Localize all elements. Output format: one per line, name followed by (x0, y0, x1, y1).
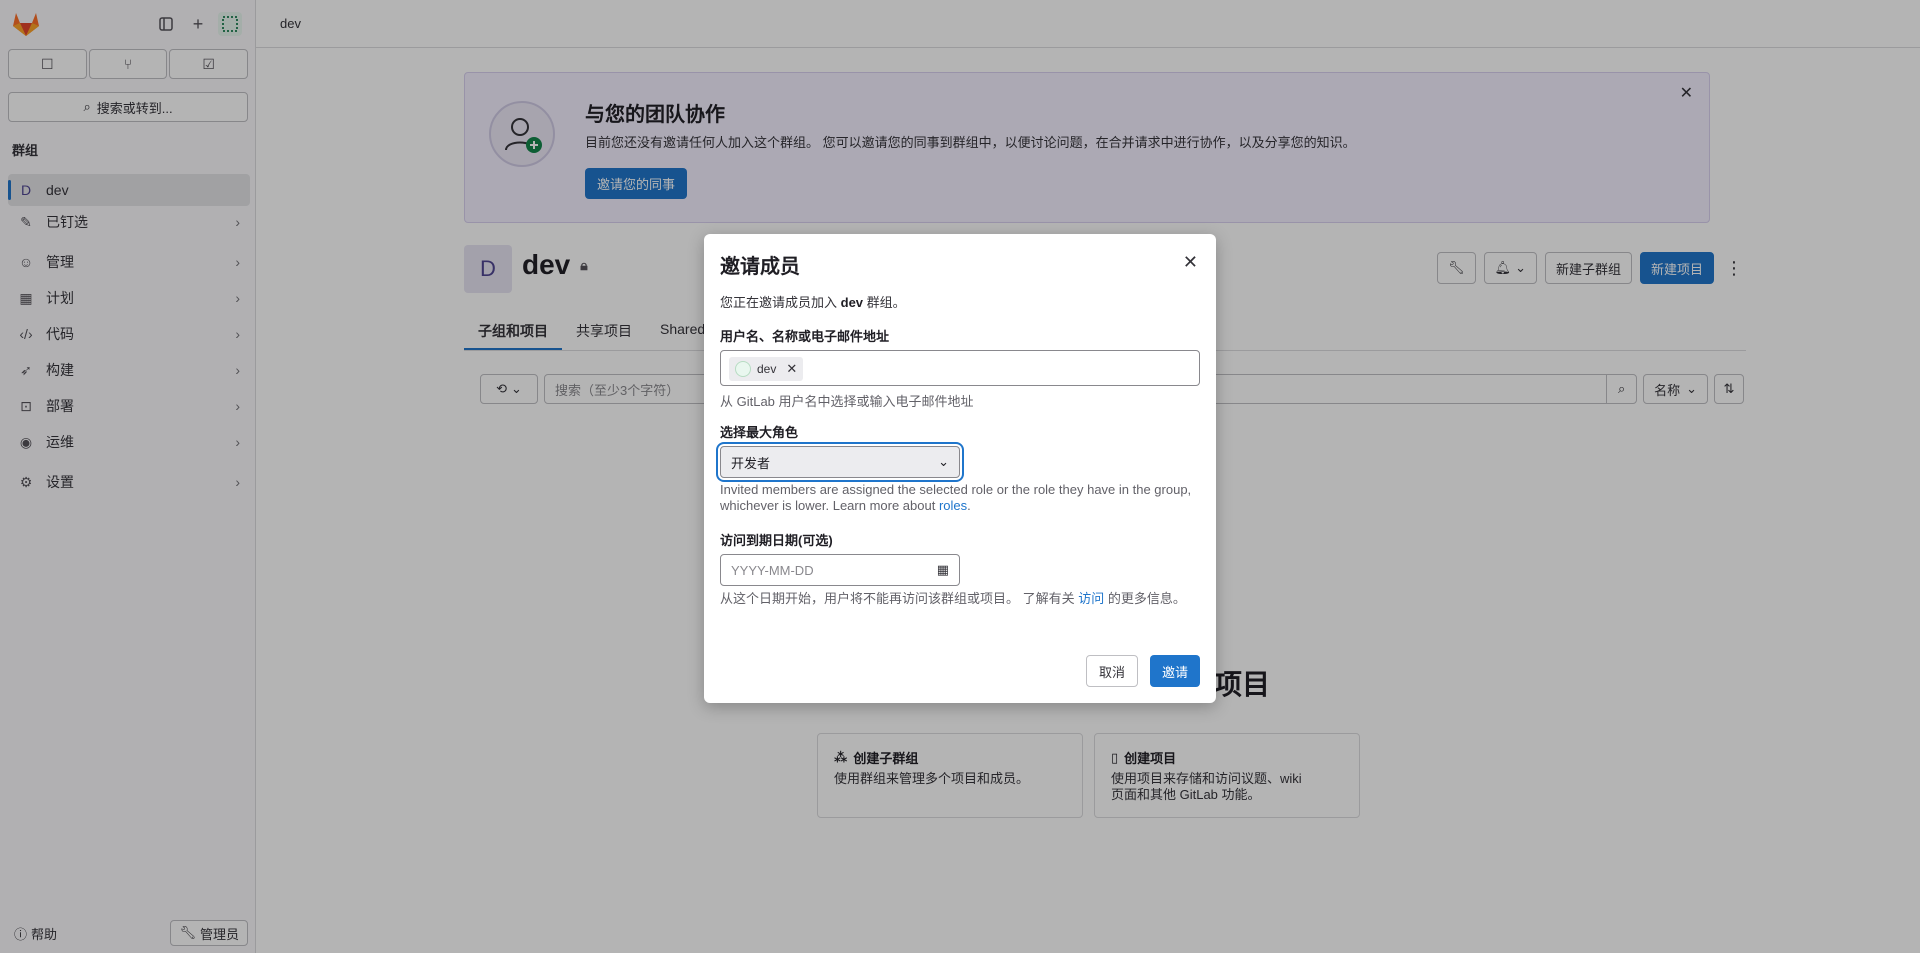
role-field-label: 选择最大角色 (720, 425, 799, 440)
intro-suffix: 群组。 (863, 295, 906, 310)
token-label: dev (757, 362, 777, 376)
date-field-label: 访问到期日期(可选) (720, 533, 833, 548)
role-note: Invited members are assigned the selecte… (720, 482, 1204, 514)
access-link[interactable]: 访问 (1078, 591, 1104, 606)
calendar-icon[interactable]: ▦ (937, 562, 949, 578)
invite-button[interactable]: 邀请 (1149, 655, 1200, 687)
cancel-button[interactable]: 取消 (1085, 655, 1138, 687)
user-field-help: 从 GitLab 用户名中选择或输入电子邮件地址 (720, 394, 974, 409)
role-note-end: . (967, 498, 971, 513)
user-search-input[interactable]: dev ✕ (720, 350, 1200, 386)
chevron-down-icon: ⌄ (938, 454, 949, 469)
date-help: 从这个日期开始，用户将不能再访问该群组或项目。 了解有关 访问 的更多信息。 (720, 591, 1204, 607)
date-help-prefix: 从这个日期开始，用户将不能再访问该群组或项目。 了解有关 (720, 591, 1079, 606)
date-help-suffix: 的更多信息。 (1104, 591, 1186, 606)
invite-members-modal: 邀请成员 ✕ 您正在邀请成员加入 dev 群组。 用户名、名称或电子邮件地址 d… (704, 234, 1216, 703)
intro-group: dev (840, 295, 864, 310)
intro-prefix: 您正在邀请成员加入 (720, 295, 841, 310)
remove-token-icon[interactable]: ✕ (786, 361, 797, 377)
close-icon[interactable]: ✕ (1183, 252, 1198, 273)
token-avatar (735, 361, 751, 377)
date-placeholder: YYYY-MM-DD (731, 562, 814, 578)
user-token[interactable]: dev ✕ (729, 357, 804, 381)
user-field-label: 用户名、名称或电子邮件地址 (720, 329, 890, 344)
role-select[interactable]: 开发者 ⌄ (720, 446, 960, 478)
modal-title: 邀请成员 (720, 256, 800, 278)
modal-intro: 您正在邀请成员加入 dev 群组。 (720, 292, 906, 311)
role-selected-value: 开发者 (731, 455, 771, 471)
expiry-date-input[interactable]: YYYY-MM-DD ▦ (720, 554, 960, 586)
roles-link[interactable]: roles (939, 498, 967, 513)
